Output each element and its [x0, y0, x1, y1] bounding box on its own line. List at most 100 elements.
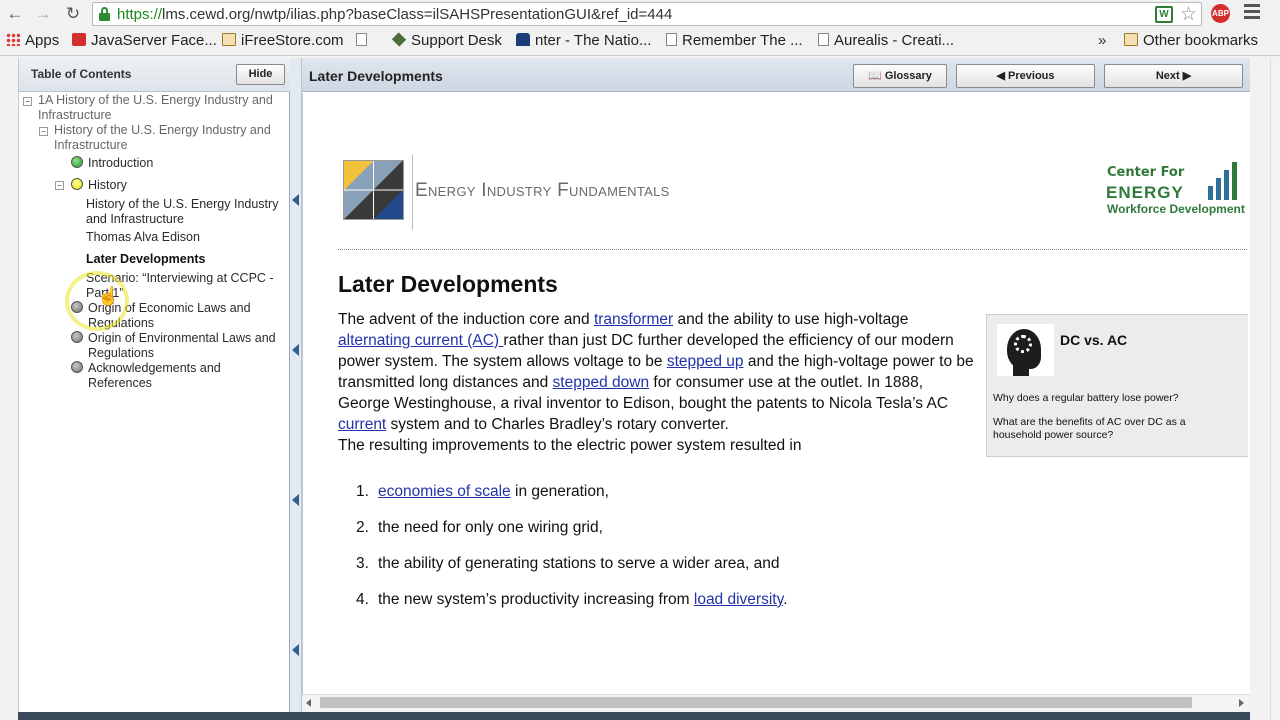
toc-item-module[interactable]: 1A History of the U.S. Energy Industry a…: [38, 93, 288, 123]
page-icon: [356, 33, 367, 46]
toc-item-edison[interactable]: Thomas Alva Edison: [86, 230, 200, 245]
apps-icon: [6, 33, 20, 46]
list-text: the need for only one wiring grid,: [378, 519, 603, 536]
scrollbar-thumb[interactable]: [320, 697, 1192, 708]
panel-splitter[interactable]: [290, 58, 302, 720]
toc-item-later-developments[interactable]: Later Developments: [86, 252, 205, 267]
bookmark-javaserver[interactable]: JavaServer Face...: [72, 32, 217, 49]
toc-item-acknowledgements[interactable]: Acknowledgements and References: [88, 361, 288, 391]
content-header: Later Developments 📖 Glossary ◀ Previous…: [302, 58, 1250, 92]
book-icon: 📖: [868, 70, 882, 82]
browser-menu-icon[interactable]: [1244, 4, 1260, 20]
bookmark-remember[interactable]: Remember The ...: [666, 32, 803, 49]
toc-item-chapter[interactable]: History of the U.S. Energy Industry and …: [54, 123, 286, 153]
horizontal-scrollbar[interactable]: [302, 694, 1250, 712]
footer-strip: [18, 712, 1250, 720]
reload-icon[interactable]: ↻: [62, 3, 84, 25]
address-bar[interactable]: https://lms.cewd.org/nwtp/ilias.php?base…: [92, 2, 1202, 26]
list-text: in generation,: [510, 483, 609, 500]
toc-item-history-us-energy[interactable]: History of the U.S. Energy Industry and …: [86, 197, 291, 227]
scroll-right-icon[interactable]: [1239, 699, 1244, 707]
bookmark-label: Support Desk: [411, 32, 502, 49]
list-number: 2.: [356, 519, 369, 536]
bookmark-nter[interactable]: nter - The Natio...: [516, 32, 651, 49]
logo-line-1: Center For: [1107, 165, 1185, 180]
callout-question-1: Why does a regular battery lose power?: [993, 392, 1179, 404]
collapse-icon[interactable]: −: [23, 97, 32, 106]
bookmarks-bar: Apps JavaServer Face... iFreeStore.com S…: [0, 30, 1280, 54]
toc-header: Table of Contents Hide: [19, 58, 290, 92]
para-text: system and to Charles Bradley’s rotary c…: [386, 416, 729, 433]
ilias-player: Table of Contents Hide − 1A History of t…: [18, 58, 1250, 720]
collapse-arrow-icon[interactable]: [292, 194, 299, 206]
bookmark-ifreestore[interactable]: iFreeStore.com: [222, 32, 344, 49]
link-current[interactable]: current: [338, 416, 386, 433]
intro-paragraph: The advent of the induction core and tra…: [338, 309, 979, 456]
toc-item-environmental-laws[interactable]: Origin of Environmental Laws and Regulat…: [88, 331, 288, 361]
adblock-icon[interactable]: ABP: [1211, 4, 1230, 23]
next-button[interactable]: Next ▶: [1104, 64, 1243, 88]
glossary-label: Glossary: [884, 70, 932, 82]
bookmark-label: Apps: [25, 32, 60, 49]
brain-gear-icon: [997, 324, 1054, 376]
bookmark-aurealis[interactable]: Aurealis - Creati...: [818, 32, 954, 49]
collapse-icon[interactable]: −: [55, 181, 64, 190]
list-text: .: [783, 591, 788, 608]
link-stepped-down[interactable]: stepped down: [553, 374, 650, 391]
glossary-button[interactable]: 📖 Glossary: [853, 64, 947, 88]
list-item: 2. the need for only one wiring grid,: [338, 519, 958, 539]
content-heading: Later Developments: [338, 271, 558, 297]
hide-toc-button[interactable]: Hide: [236, 64, 285, 85]
previous-label: Previous: [1008, 70, 1055, 82]
bookmark-apps[interactable]: Apps: [6, 32, 59, 49]
logo-line-2: ENERGY: [1106, 183, 1184, 202]
bookmark-blank-page[interactable]: [356, 32, 372, 49]
bookmark-label: iFreeStore.com: [241, 32, 344, 49]
link-economies-of-scale[interactable]: economies of scale: [378, 483, 511, 500]
page-vertical-scrollbar[interactable]: [1270, 58, 1280, 720]
more-bookmarks-chevron[interactable]: »: [1098, 32, 1106, 49]
bookmark-star-icon[interactable]: ☆: [1180, 3, 1197, 26]
toc-item-history[interactable]: History: [88, 178, 127, 193]
para-text: The advent of the induction core and: [338, 311, 594, 328]
extension-icon[interactable]: W: [1155, 6, 1173, 23]
list-text: the ability of generating stations to se…: [378, 555, 780, 572]
bookmark-label: nter - The Natio...: [535, 32, 652, 49]
bookmark-support-desk[interactable]: Support Desk: [391, 32, 502, 49]
banner-divider: [412, 155, 413, 230]
url-text[interactable]: https://lms.cewd.org/nwtp/ilias.php?base…: [117, 6, 672, 23]
hand-pointer-icon: ☝: [97, 286, 120, 306]
bookmark-label: Other bookmarks: [1143, 32, 1259, 49]
previous-button[interactable]: ◀ Previous: [956, 64, 1095, 88]
content-frame: Energy Industry Fundamentals Center For …: [302, 93, 1248, 696]
toc-item-introduction[interactable]: Introduction: [88, 156, 153, 171]
diamond-icon: [391, 32, 407, 47]
results-intro: The resulting improvements to the electr…: [338, 437, 802, 454]
lock-icon: [99, 7, 110, 21]
dc-vs-ac-callout: DC vs. AC Why does a regular battery los…: [986, 314, 1248, 457]
collapse-arrow-icon[interactable]: [292, 494, 299, 506]
scroll-left-icon[interactable]: [306, 699, 311, 707]
link-transformer[interactable]: transformer: [594, 311, 673, 328]
bookmark-other[interactable]: Other bookmarks: [1124, 32, 1258, 49]
status-not-attempted-icon: [71, 361, 83, 373]
status-completed-icon: [71, 156, 83, 168]
course-title: Energy Industry Fundamentals: [415, 180, 670, 201]
url-protocol: https://: [117, 6, 163, 23]
collapse-arrow-icon[interactable]: [292, 644, 299, 656]
banner-rule: [338, 249, 1248, 250]
link-stepped-up[interactable]: stepped up: [667, 353, 744, 370]
link-load-diversity[interactable]: load diversity: [694, 591, 783, 608]
collapse-icon[interactable]: −: [39, 127, 48, 136]
back-arrow-icon[interactable]: ←: [4, 3, 26, 25]
bookmark-label: Remember The ...: [682, 32, 803, 49]
energy-collage-image: [343, 160, 404, 220]
calendar-icon: [666, 33, 677, 46]
collapse-arrow-icon[interactable]: [292, 344, 299, 356]
logo-line-3: Workforce Development: [1107, 202, 1245, 216]
link-alternating-current[interactable]: alternating current (AC): [338, 332, 503, 349]
site-icon: [72, 33, 86, 46]
url-path: lms.cewd.org/nwtp/ilias.php?baseClass=il…: [162, 6, 673, 23]
forward-arrow-icon[interactable]: →: [32, 3, 54, 25]
page-icon: [818, 33, 829, 46]
